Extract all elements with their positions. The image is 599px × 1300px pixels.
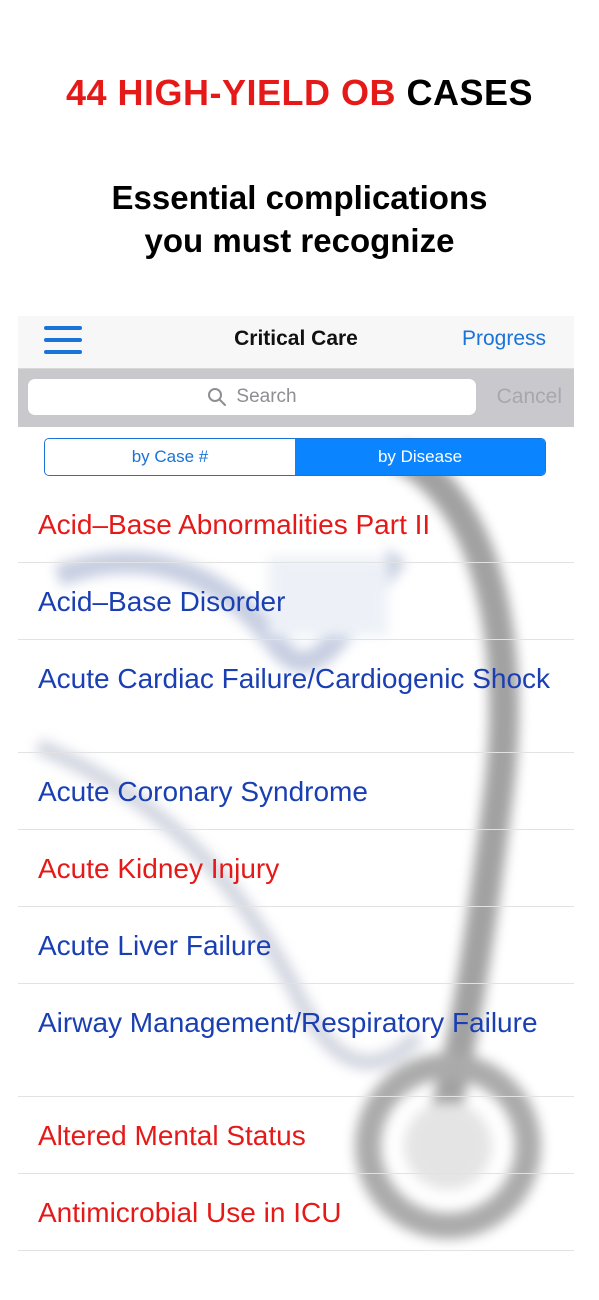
subhead-line-2: you must recognize — [144, 222, 455, 259]
list-item[interactable]: Acute Cardiac Failure/Cardiogenic Shock — [18, 640, 574, 753]
headline-red-text: 44 HIGH-YIELD OB — [65, 72, 396, 113]
list-item[interactable]: Antimicrobial Use in ICU — [18, 1174, 574, 1251]
case-list: Acid–Base Abnormalities Part II Acid–Bas… — [18, 486, 574, 1251]
list-item[interactable]: Acid–Base Abnormalities Part II — [18, 486, 574, 563]
search-icon — [208, 388, 227, 406]
search-bar: Search Cancel — [18, 369, 574, 427]
progress-button[interactable]: Progress — [462, 327, 546, 351]
list-item[interactable]: Acid–Base Disorder — [18, 563, 574, 640]
list-item[interactable]: Altered Mental Status — [18, 1097, 574, 1174]
segment-by-disease[interactable]: by Disease — [295, 439, 545, 475]
search-placeholder: Search — [236, 386, 297, 407]
promo-headline: 44 HIGH-YIELD OB CASES — [0, 72, 599, 114]
promo-subheadline: Essential complications you must recogni… — [0, 176, 599, 262]
navigation-bar: Critical Care Progress — [18, 316, 574, 369]
list-item[interactable]: Acute Liver Failure — [18, 907, 574, 984]
list-item[interactable]: Acute Kidney Injury — [18, 830, 574, 907]
sort-segmented-control: by Case # by Disease — [44, 438, 546, 476]
cancel-button[interactable]: Cancel — [497, 385, 562, 409]
headline-black-text: CASES — [406, 72, 534, 113]
app-screen: Critical Care Progress Search Cancel by … — [18, 316, 574, 1256]
list-item[interactable]: Airway Management/Respiratory Failure — [18, 984, 574, 1097]
list-item[interactable]: Acute Coronary Syndrome — [18, 753, 574, 830]
search-input[interactable]: Search — [28, 379, 476, 415]
subhead-line-1: Essential complications — [111, 179, 488, 216]
segment-by-case[interactable]: by Case # — [45, 439, 295, 475]
